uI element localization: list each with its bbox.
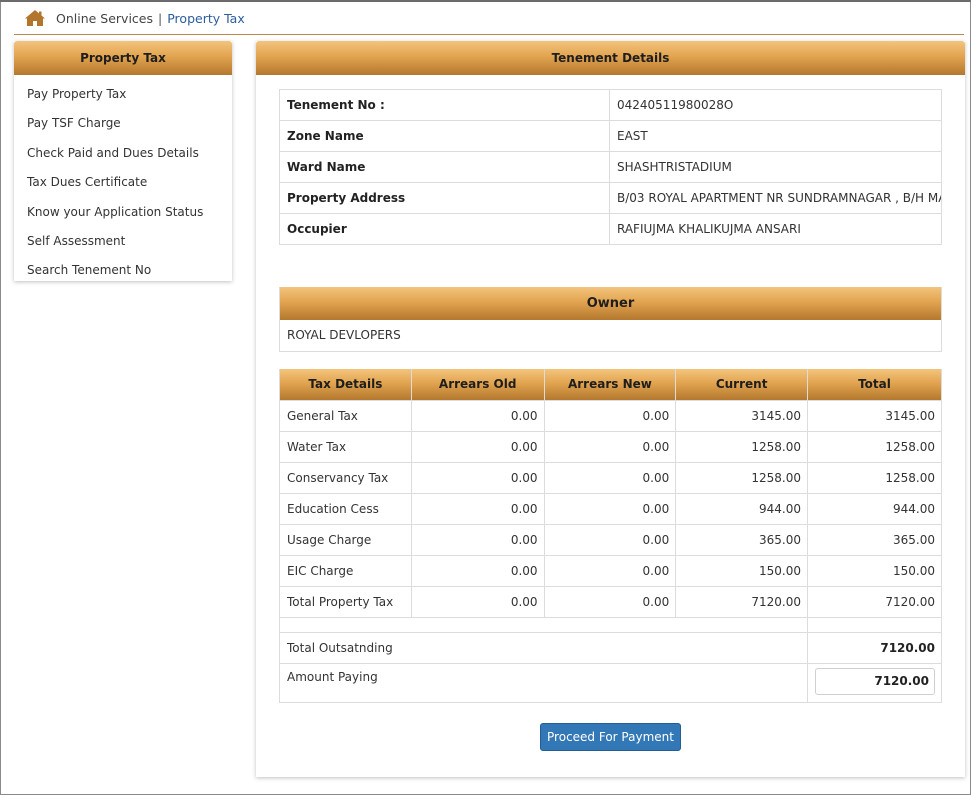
sidebar-item-application-status[interactable]: Know your Application Status xyxy=(14,198,232,227)
table-row: Conservancy Tax 0.00 0.00 1258.00 1258.0… xyxy=(279,461,942,494)
total: 944.00 xyxy=(807,492,942,525)
arrears-new: 0.00 xyxy=(543,492,677,525)
current: 365.00 xyxy=(675,523,808,556)
arrears-new: 0.00 xyxy=(543,554,677,587)
property-address-value: B/03 ROYAL APARTMENT NR SUNDRAMNAGAR , B… xyxy=(609,182,942,214)
occupier-label: Occupier xyxy=(279,213,610,245)
amount-paying-input[interactable] xyxy=(815,667,935,695)
tax-label: Conservancy Tax xyxy=(279,461,412,494)
table-row: Usage Charge 0.00 0.00 365.00 365.00 xyxy=(279,523,942,556)
table-row: General Tax 0.00 0.00 3145.00 3145.00 xyxy=(279,399,942,432)
total: 1258.00 xyxy=(807,430,942,463)
table-row: Education Cess 0.00 0.00 944.00 944.00 xyxy=(279,492,942,525)
arrears-new: 0.00 xyxy=(543,399,677,432)
ward-name-label: Ward Name xyxy=(279,151,610,183)
table-row: Occupier RAFIUJMA KHALIKUJMA ANSARI xyxy=(279,213,942,245)
breadcrumb-separator: | xyxy=(158,10,163,26)
tax-details-table: Tax Details Arrears Old Arrears New Curr… xyxy=(279,369,942,703)
arrears-new: 0.00 xyxy=(543,430,677,463)
arrears-new: 0.00 xyxy=(543,523,677,556)
breadcrumb-property-tax[interactable]: Property Tax xyxy=(167,11,245,26)
breadcrumb-online-services[interactable]: Online Services xyxy=(56,11,153,26)
current: 150.00 xyxy=(675,554,808,587)
spacer-cell xyxy=(807,616,942,633)
home-icon[interactable] xyxy=(24,9,46,27)
sidebar: Property Tax Pay Property Tax Pay TSF Ch… xyxy=(14,41,232,281)
ward-name-value: SHASHTRISTADIUM xyxy=(609,151,942,183)
current: 3145.00 xyxy=(675,399,808,432)
breadcrumb: Online Services | Property Tax xyxy=(24,8,245,28)
tax-label: Education Cess xyxy=(279,492,412,525)
header-arrears-new: Arrears New xyxy=(543,369,677,401)
header-total: Total xyxy=(807,369,942,401)
tenement-panel: Tenement Details Tenement No : 042405119… xyxy=(256,41,965,777)
table-row: Total Property Tax 0.00 0.00 7120.00 712… xyxy=(279,585,942,618)
proceed-for-payment-button[interactable]: Proceed For Payment xyxy=(540,723,681,751)
total: 150.00 xyxy=(807,554,942,587)
owner-name: ROYAL DEVLOPERS xyxy=(287,328,401,342)
breadcrumb-divider xyxy=(14,34,964,35)
arrears-old: 0.00 xyxy=(410,430,545,463)
zone-name-label: Zone Name xyxy=(279,120,610,152)
total: 365.00 xyxy=(807,523,942,556)
header-tax-details: Tax Details xyxy=(279,369,412,401)
table-row: EIC Charge 0.00 0.00 150.00 150.00 xyxy=(279,554,942,587)
header-arrears-old: Arrears Old xyxy=(410,369,545,401)
arrears-old: 0.00 xyxy=(410,461,545,494)
owner-section: Owner ROYAL DEVLOPERS xyxy=(279,287,942,352)
current: 944.00 xyxy=(675,492,808,525)
occupier-value: RAFIUJMA KHALIKUJMA ANSARI xyxy=(609,213,942,245)
sidebar-item-pay-tsf-charge[interactable]: Pay TSF Charge xyxy=(14,109,232,138)
amount-paying-cell xyxy=(807,662,942,703)
owner-title: Owner xyxy=(280,287,941,320)
total-outstanding-value: 7120.00 xyxy=(807,631,942,664)
table-row: Property Address B/03 ROYAL APARTMENT NR… xyxy=(279,182,942,214)
arrears-old: 0.00 xyxy=(410,492,545,525)
table-row: Water Tax 0.00 0.00 1258.00 1258.00 xyxy=(279,430,942,463)
tax-label: General Tax xyxy=(279,399,412,432)
amount-paying-row: Amount Paying xyxy=(279,662,942,703)
sidebar-title: Property Tax xyxy=(14,41,232,75)
arrears-old: 0.00 xyxy=(410,399,545,432)
arrears-old: 0.00 xyxy=(410,585,545,618)
sidebar-item-self-assessment[interactable]: Self Assessment xyxy=(14,227,232,256)
total-outstanding-row: Total Outsatnding 7120.00 xyxy=(279,631,942,664)
spacer-row xyxy=(279,616,942,633)
current: 1258.00 xyxy=(675,430,808,463)
tenement-details-table: Tenement No : 04240511980028O Zone Name … xyxy=(279,89,942,245)
amount-paying-label: Amount Paying xyxy=(279,662,808,703)
table-row: Tenement No : 04240511980028O xyxy=(279,89,942,121)
zone-name-value: EAST xyxy=(609,120,942,152)
top-border xyxy=(0,0,971,2)
sidebar-item-pay-property-tax[interactable]: Pay Property Tax xyxy=(14,80,232,109)
tax-label: Usage Charge xyxy=(279,523,412,556)
table-row: Zone Name EAST xyxy=(279,120,942,152)
tenement-no-label: Tenement No : xyxy=(279,89,610,121)
sidebar-item-tax-dues-certificate[interactable]: Tax Dues Certificate xyxy=(14,168,232,197)
tax-label: Total Property Tax xyxy=(279,585,412,618)
tenement-no-value: 04240511980028O xyxy=(609,89,942,121)
total-outstanding-label: Total Outsatnding xyxy=(279,631,808,664)
total: 1258.00 xyxy=(807,461,942,494)
sidebar-item-search-tenement[interactable]: Search Tenement No xyxy=(14,256,232,285)
arrears-new: 0.00 xyxy=(543,461,677,494)
sidebar-item-check-paid-dues[interactable]: Check Paid and Dues Details xyxy=(14,139,232,168)
tax-header-row: Tax Details Arrears Old Arrears New Curr… xyxy=(279,369,942,401)
tax-label: EIC Charge xyxy=(279,554,412,587)
sidebar-menu: Pay Property Tax Pay TSF Charge Check Pa… xyxy=(14,75,232,286)
arrears-new: 0.00 xyxy=(543,585,677,618)
total: 3145.00 xyxy=(807,399,942,432)
property-address-label: Property Address xyxy=(279,182,610,214)
panel-title: Tenement Details xyxy=(256,41,965,75)
header-current: Current xyxy=(675,369,808,401)
current: 1258.00 xyxy=(675,461,808,494)
total: 7120.00 xyxy=(807,585,942,618)
arrears-old: 0.00 xyxy=(410,554,545,587)
table-row: Ward Name SHASHTRISTADIUM xyxy=(279,151,942,183)
current: 7120.00 xyxy=(675,585,808,618)
arrears-old: 0.00 xyxy=(410,523,545,556)
spacer-cell xyxy=(279,616,808,633)
tax-label: Water Tax xyxy=(279,430,412,463)
